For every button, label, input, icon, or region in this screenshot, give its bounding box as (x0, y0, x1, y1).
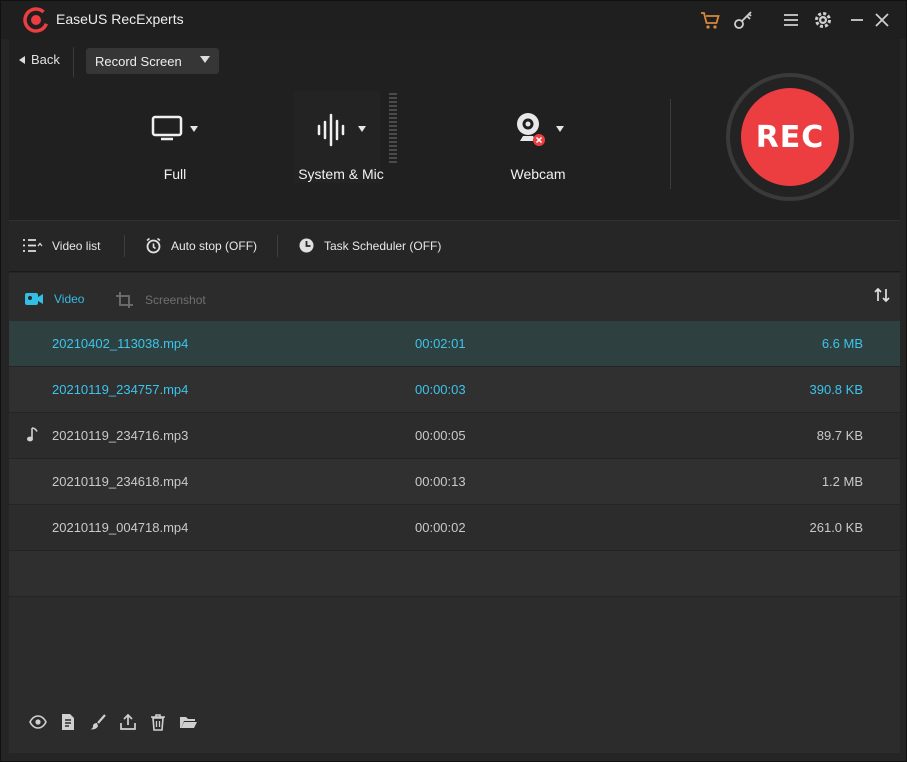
app-window: EaseUS RecExperts Back Record Screen Ful… (0, 0, 907, 762)
soundwave-icon (317, 113, 345, 147)
divider (670, 99, 671, 189)
webcam-source-label: Webcam (510, 166, 566, 182)
audio-source-label: System & Mic (298, 166, 384, 182)
file-duration: 00:00:13 (415, 474, 466, 489)
back-label: Back (31, 52, 60, 67)
tab-video[interactable]: Video (24, 291, 84, 307)
delete-icon[interactable] (149, 713, 167, 731)
record-mode-value: Record Screen (95, 54, 182, 69)
file-row[interactable]: 20210119_004718.mp4 00:00:02 261.0 KB (9, 505, 900, 551)
task-scheduler-button[interactable]: Task Scheduler (OFF) (298, 237, 441, 254)
music-note-icon (27, 427, 38, 442)
webcam-source-button[interactable]: Webcam (468, 87, 608, 207)
file-size: 89.7 KB (816, 428, 863, 443)
webcam-icon (517, 113, 545, 146)
menu-icon[interactable] (780, 9, 802, 31)
file-row[interactable]: 20210119_234716.mp3 00:00:05 89.7 KB (9, 413, 900, 459)
screen-dropdown-icon[interactable] (190, 126, 198, 132)
file-row[interactable]: 20210402_113038.mp4 00:02:01 6.6 MB (9, 321, 900, 367)
file-duration: 00:02:01 (415, 336, 466, 351)
preview-icon[interactable] (29, 713, 47, 731)
video-list-toggle[interactable]: Video list (21, 237, 100, 254)
alarm-clock-icon (146, 237, 161, 254)
video-camera-icon (25, 293, 43, 305)
audio-dropdown-icon[interactable] (358, 126, 366, 132)
screen-source-button[interactable]: Full (105, 87, 245, 207)
video-list-label: Video list (52, 238, 101, 253)
edit-brush-icon[interactable] (89, 713, 107, 731)
file-name: 20210119_234757.mp4 (52, 382, 189, 397)
file-size: 1.2 MB (821, 474, 863, 489)
list-icon (23, 239, 43, 252)
file-action-bar (29, 713, 197, 731)
webcam-dropdown-icon[interactable] (556, 126, 564, 132)
crop-icon (116, 292, 133, 308)
title-bar: EaseUS RecExperts (1, 1, 906, 39)
clock-icon (299, 238, 314, 253)
auto-stop-label: Auto stop (OFF) (171, 238, 258, 253)
monitor-icon (151, 115, 183, 141)
empty-row (9, 551, 900, 597)
file-size: 390.8 KB (809, 382, 864, 397)
rec-button[interactable]: REC (741, 88, 839, 186)
file-row[interactable]: 20210119_234757.mp4 00:00:03 390.8 KB (9, 367, 900, 413)
chevron-down-icon (200, 56, 210, 63)
tab-screenshot-label: Screenshot (145, 293, 206, 307)
file-duration: 00:00:03 (415, 382, 466, 397)
divider (124, 235, 125, 257)
file-size: 261.0 KB (809, 520, 864, 535)
close-icon[interactable] (871, 9, 893, 31)
media-tabs: Video Screenshot (9, 273, 900, 321)
open-folder-icon[interactable] (179, 713, 197, 731)
record-control-panel: Back Record Screen Full System & Mic Web… (9, 39, 900, 220)
audio-level-meter (389, 93, 397, 165)
sort-icon[interactable] (874, 287, 890, 303)
file-row[interactable]: 20210119_234618.mp4 00:00:13 1.2 MB (9, 459, 900, 505)
file-info-icon[interactable] (59, 713, 77, 731)
file-duration: 00:00:02 (415, 520, 466, 535)
auto-stop-button[interactable]: Auto stop (OFF) (145, 237, 257, 254)
task-scheduler-label: Task Scheduler (OFF) (324, 238, 442, 253)
settings-icon[interactable] (812, 9, 834, 31)
cart-icon[interactable] (699, 9, 721, 31)
list-toolbar: Video list Auto stop (OFF) Task Schedule… (9, 220, 900, 272)
record-mode-select[interactable]: Record Screen (86, 48, 219, 74)
file-name: 20210402_113038.mp4 (52, 336, 189, 351)
app-logo-icon (23, 7, 49, 33)
minimize-icon[interactable] (846, 9, 868, 31)
app-title: EaseUS RecExperts (56, 11, 184, 27)
file-list: 20210402_113038.mp4 00:02:01 6.6 MB 2021… (9, 321, 900, 597)
back-arrow-icon (19, 55, 25, 64)
tab-video-label: Video (54, 292, 85, 306)
key-icon[interactable] (733, 9, 755, 31)
recordings-panel: Video Screenshot 20210402_113038.mp4 00:… (9, 273, 900, 753)
export-icon[interactable] (119, 713, 137, 731)
rec-button-ring: REC (726, 73, 854, 201)
divider (277, 235, 278, 257)
divider (73, 47, 74, 77)
file-duration: 00:00:05 (415, 428, 466, 443)
screen-source-label: Full (163, 166, 187, 182)
back-button[interactable]: Back (19, 52, 60, 67)
file-size: 6.6 MB (821, 336, 863, 351)
tab-screenshot[interactable]: Screenshot (115, 291, 206, 309)
file-name: 20210119_234716.mp3 (52, 428, 189, 443)
file-name: 20210119_234618.mp4 (52, 474, 189, 489)
file-name: 20210119_004718.mp4 (52, 520, 189, 535)
